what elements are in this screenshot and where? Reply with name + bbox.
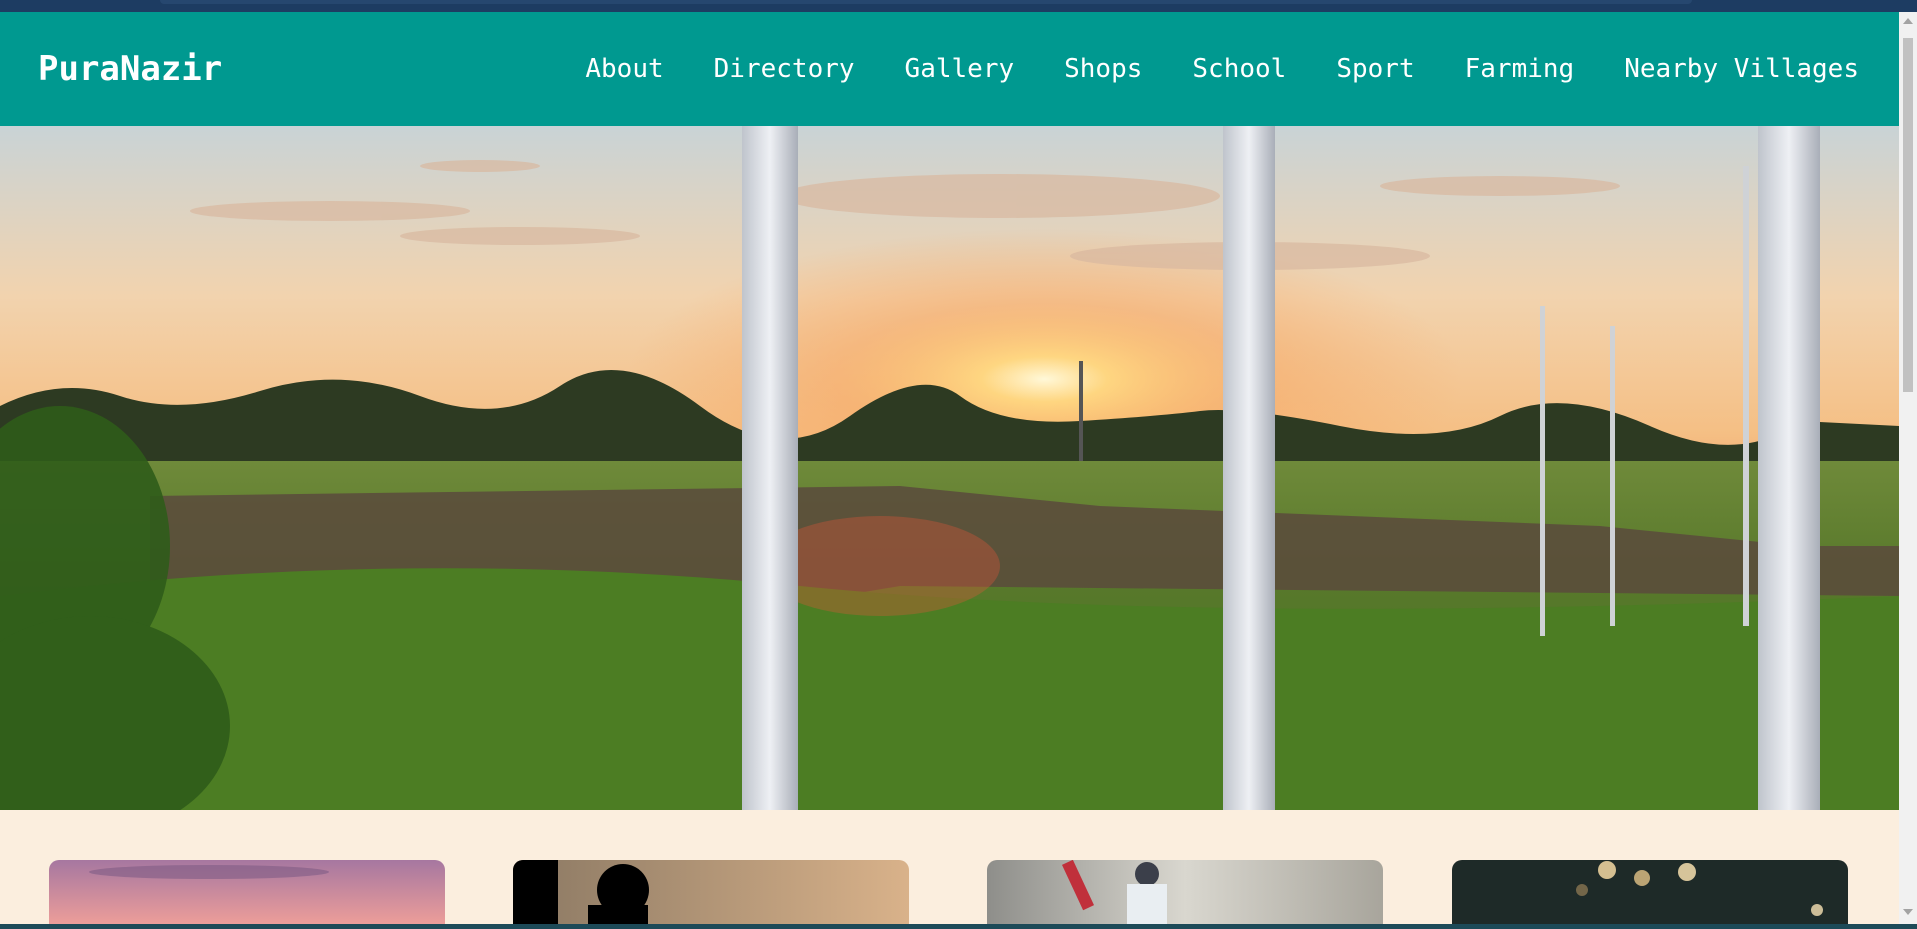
scroll-thumb[interactable]: [1903, 38, 1913, 392]
nav-link-school[interactable]: School: [1192, 54, 1286, 84]
nav-link-shops[interactable]: Shops: [1064, 54, 1142, 84]
brand-logo-link[interactable]: PuraNazir: [38, 49, 222, 89]
nav-link-gallery[interactable]: Gallery: [905, 54, 1015, 84]
nav-link-about[interactable]: About: [585, 54, 663, 84]
nav-link-nearby-villages[interactable]: Nearby Villages: [1624, 54, 1859, 84]
navbar: PuraNazir About Directory Gallery Shops …: [0, 12, 1899, 126]
vertical-scrollbar[interactable]: [1899, 12, 1917, 929]
card-image-cricket[interactable]: [987, 860, 1383, 929]
card-image-bokeh[interactable]: [1452, 860, 1848, 929]
nav-link-sport[interactable]: Sport: [1336, 54, 1414, 84]
nav-link-directory[interactable]: Directory: [714, 54, 855, 84]
card-image-silhouettes[interactable]: [513, 860, 909, 929]
scroll-up-arrow-icon[interactable]: [1903, 18, 1913, 24]
hero-image: [0, 126, 1899, 810]
cards-section: [0, 810, 1899, 929]
nav-link-farming[interactable]: Farming: [1465, 54, 1575, 84]
browser-top-strip: [0, 0, 1917, 12]
card-image-pink-sunset[interactable]: [49, 860, 445, 929]
browser-bottom-strip: [0, 924, 1917, 929]
nav-links: About Directory Gallery Shops School Spo…: [585, 54, 1859, 84]
scroll-down-arrow-icon[interactable]: [1903, 909, 1913, 915]
